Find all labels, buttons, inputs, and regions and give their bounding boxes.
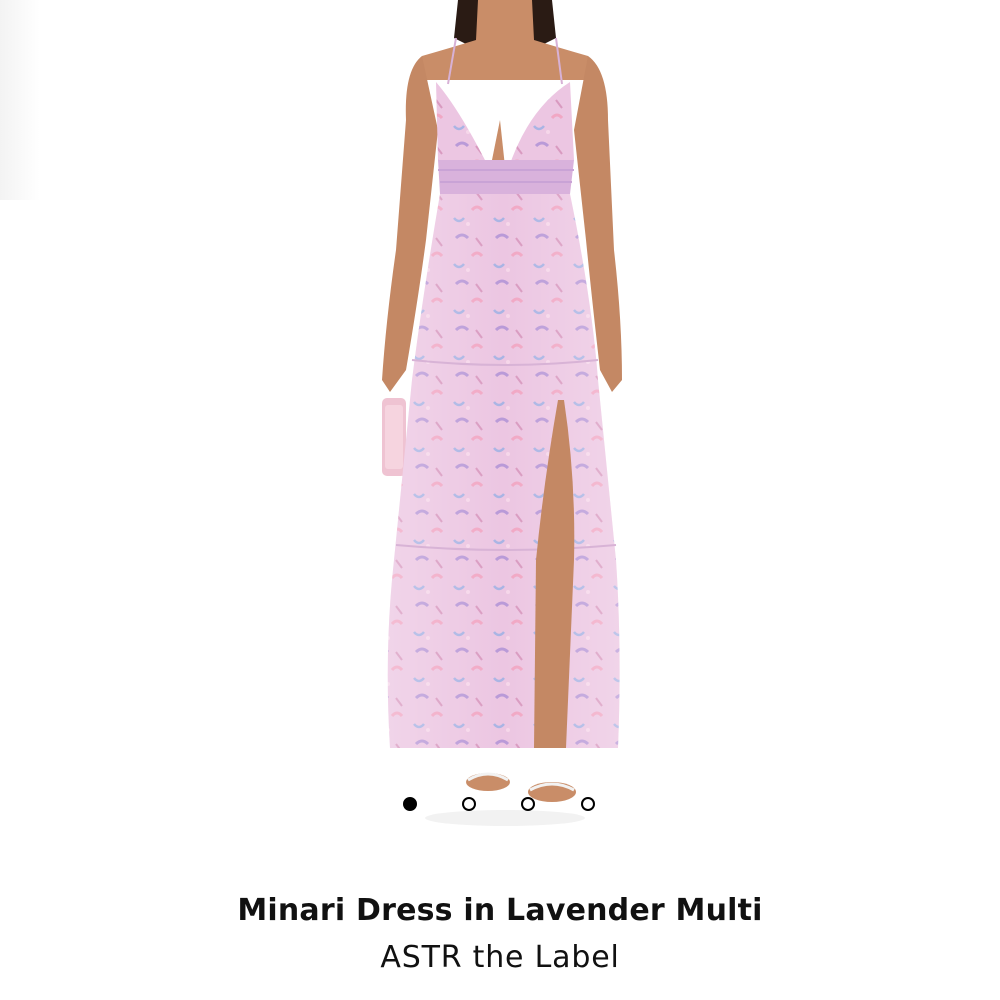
product-page: Minari Dress in Lavender Multi ASTR the … xyxy=(0,0,1000,1000)
image-carousel-dots xyxy=(400,797,600,819)
adjacent-image-edge xyxy=(0,0,40,200)
product-brand[interactable]: ASTR the Label xyxy=(0,940,1000,975)
carousel-dot-2[interactable] xyxy=(462,797,476,811)
product-title: Minari Dress in Lavender Multi xyxy=(237,893,763,928)
dress-photo xyxy=(382,0,622,826)
product-image[interactable] xyxy=(330,0,670,840)
carousel-dot-3[interactable] xyxy=(521,797,535,811)
carousel-dot-1[interactable] xyxy=(403,797,417,811)
carousel-dot-4[interactable] xyxy=(581,797,595,811)
